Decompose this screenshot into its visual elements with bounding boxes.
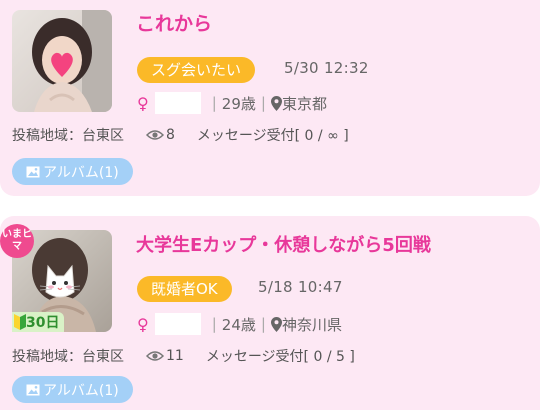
divider: |: [260, 315, 266, 333]
divider: |: [211, 94, 217, 112]
image-icon: [26, 166, 40, 177]
album-button[interactable]: アルバム(1): [12, 158, 133, 185]
eye-icon: [146, 351, 164, 361]
beginner-leaf-icon: [14, 314, 26, 330]
location: 東京都: [281, 94, 327, 113]
post-title[interactable]: 大学生Eカップ・休憩しながら5回戦: [136, 231, 431, 257]
post-date: 5/18 10:47: [258, 278, 343, 296]
eye-icon: [146, 130, 164, 140]
divider: |: [260, 94, 266, 112]
region: 投稿地域：台東区: [12, 349, 124, 365]
profile-meta: ♀ | 29歳 | 東京都: [137, 91, 327, 115]
age: 24歳: [221, 315, 256, 334]
profile-meta: ♀ | 24歳 | 神奈川県: [137, 312, 342, 336]
image-icon: [26, 384, 40, 395]
view-count: 8: [166, 127, 175, 143]
post-card[interactable]: これから スグ会いたい 5/30 12:32 ♀ | 29歳 | 東京都 投稿地…: [0, 0, 540, 196]
post-card[interactable]: いまヒマ 30日 大学生Eカップ・休憩しながら5回戦 既婚者OK 5/18 10…: [0, 216, 540, 410]
nickname-redacted: [154, 313, 201, 335]
location: 神奈川県: [281, 315, 342, 334]
view-count: 11: [166, 348, 184, 364]
location-pin-icon: [270, 95, 282, 111]
album-button[interactable]: アルバム(1): [12, 376, 133, 403]
album-label: アルバム(1): [43, 164, 119, 181]
ima-hima-label: いまヒマ: [2, 229, 32, 252]
beginner-badge: 30日: [12, 312, 65, 332]
category-tag: スグ会いたい: [137, 57, 256, 83]
location-pin-icon: [270, 316, 282, 332]
ima-hima-badge: いまヒマ: [0, 224, 34, 258]
category-tag: 既婚者OK: [137, 276, 232, 302]
album-label: アルバム(1): [43, 382, 119, 399]
female-icon: ♀: [137, 314, 149, 334]
post-date: 5/30 12:32: [284, 59, 369, 77]
profile-photo[interactable]: [12, 10, 112, 112]
divider: |: [211, 315, 217, 333]
nickname-redacted: [154, 92, 201, 114]
post-title[interactable]: これから: [136, 9, 212, 36]
age: 29歳: [221, 94, 256, 113]
post-info: 投稿地域：台東区 11 メッセージ受付[ 0 / 5 ]: [12, 346, 355, 366]
region: 投稿地域：台東区: [12, 128, 124, 144]
message-status: メッセージ受付[ 0 / 5 ]: [205, 349, 355, 365]
message-status: メッセージ受付[ 0 / ∞ ]: [196, 128, 349, 144]
post-info: 投稿地域：台東区 8 メッセージ受付[ 0 / ∞ ]: [12, 125, 349, 145]
beginner-label: 30日: [26, 315, 60, 331]
female-icon: ♀: [137, 93, 149, 113]
